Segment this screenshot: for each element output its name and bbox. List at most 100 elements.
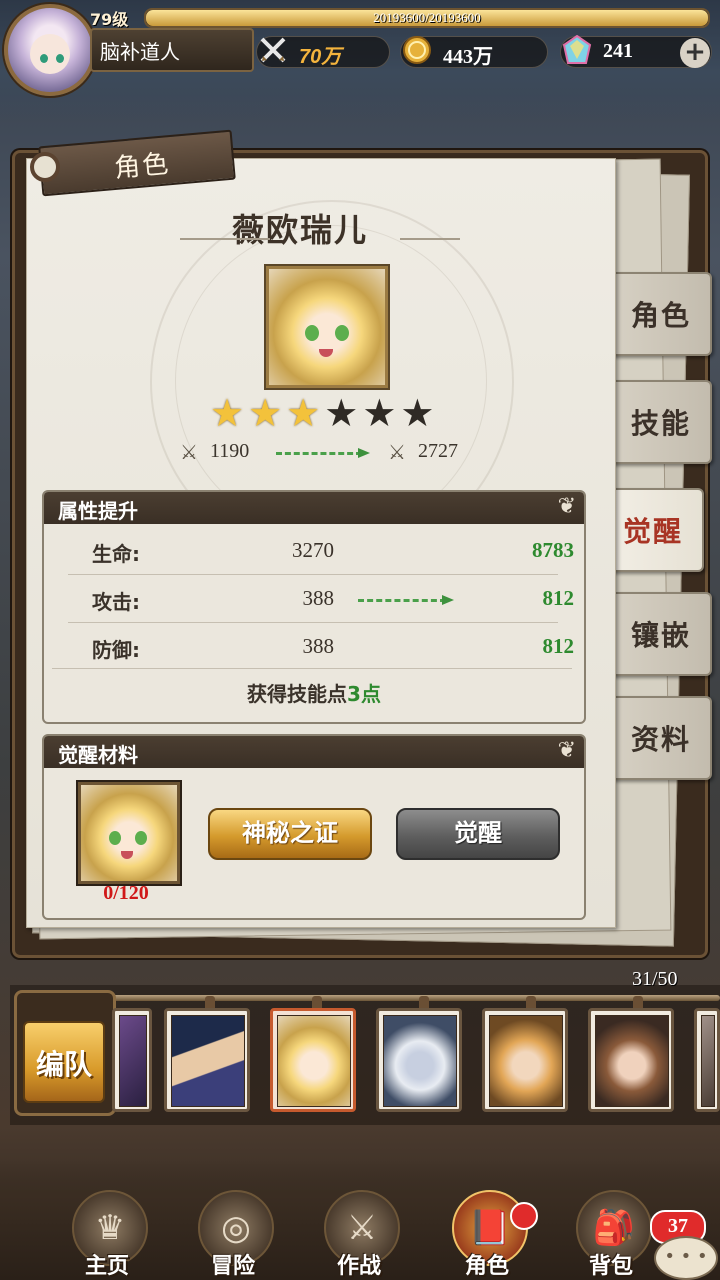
- power-change-row: ⚔ 1190 ⚔ 2727: [180, 440, 480, 466]
- gold-coin-icon: [399, 32, 435, 68]
- power-to: 2727: [418, 440, 458, 462]
- attr-label: 生命:: [92, 542, 140, 566]
- power-from: 1190: [210, 440, 250, 462]
- panel-header: 觉醒材料 ❦: [44, 736, 584, 768]
- gold-display: 443万: [400, 36, 548, 68]
- mystic-proof-button[interactable]: 神秘之证: [208, 808, 372, 860]
- row-divider: [52, 668, 572, 669]
- nav-battle[interactable]: ⚔ 作战: [304, 1190, 414, 1280]
- nav-label: 冒险: [210, 1254, 255, 1279]
- plus-icon[interactable]: +: [680, 38, 710, 68]
- tab-label: 镶嵌: [630, 619, 691, 652]
- nav-home[interactable]: ♛ 主页: [52, 1190, 162, 1280]
- flourish-icon: ❦: [557, 494, 576, 519]
- nav-adventure[interactable]: ◎ 冒险: [178, 1190, 288, 1280]
- team-button-face: 编队: [23, 1021, 105, 1103]
- nav-label: 主页: [84, 1254, 129, 1279]
- flourish-icon: ❦: [557, 738, 576, 763]
- tab-label: 角色: [630, 299, 691, 332]
- attr-old-value: 3270: [292, 538, 334, 562]
- row-divider: [68, 622, 558, 623]
- material-panel: 觉醒材料 ❦ 0/120 神秘之证 觉醒: [42, 734, 586, 920]
- gold-value: 443万: [443, 46, 493, 68]
- nav-label: 背包: [588, 1254, 633, 1279]
- attr-label: 防御:: [92, 638, 140, 662]
- attr-row-hp: 生命: 3270 8783: [64, 532, 574, 572]
- tab-awaken[interactable]: 觉醒: [604, 488, 704, 572]
- player-name-plate: 脑补道人: [90, 28, 254, 72]
- player-name: 脑补道人: [100, 40, 180, 64]
- exp-text: 20193600/20193600: [373, 10, 481, 25]
- ornament-line: [400, 238, 460, 240]
- crossed-swords-icon: [255, 32, 291, 68]
- hero-art: [171, 1015, 245, 1107]
- power-value: 70万: [299, 46, 342, 68]
- team-button-label: 编队: [35, 1048, 92, 1081]
- section-tab-title: 角色: [113, 149, 172, 184]
- star-filled-icon: ★: [286, 391, 321, 435]
- panel-title: 属性提升: [58, 499, 138, 523]
- hero-art: [595, 1015, 669, 1107]
- tab-inlay[interactable]: 镶嵌: [612, 592, 712, 676]
- panel-title: 觉醒材料: [58, 743, 138, 767]
- attr-old-value: 388: [302, 634, 335, 658]
- hero-card[interactable]: [376, 1008, 462, 1112]
- avatar-eye-right: [56, 54, 64, 63]
- awaken-button[interactable]: 觉醒: [396, 808, 560, 860]
- notification-dot: [510, 1202, 538, 1230]
- hero-art: [383, 1015, 457, 1107]
- tab-label: 觉醒: [622, 515, 683, 548]
- hero-portrait[interactable]: [266, 266, 388, 388]
- panel-header: 属性提升 ❦: [44, 492, 584, 524]
- tab-profile[interactable]: 资料: [612, 696, 712, 780]
- ornament-line: [180, 238, 270, 240]
- avatar-face: [30, 34, 70, 74]
- portrait-mouth: [319, 349, 333, 357]
- portrait-eye: [109, 831, 121, 845]
- star-filled-icon: ★: [210, 391, 245, 435]
- portrait-eye: [135, 831, 147, 845]
- hero-art: [489, 1015, 563, 1107]
- star-filled-icon: ★: [248, 391, 283, 435]
- hero-card-selected[interactable]: [270, 1008, 356, 1112]
- skill-point-gain: 获得技能点3点: [44, 678, 584, 707]
- attr-new-value: 812: [542, 634, 575, 658]
- star-empty-icon: ★: [324, 391, 359, 435]
- arrow-right-icon: [276, 448, 370, 458]
- hero-card[interactable]: [694, 1008, 720, 1112]
- attr-row-atk: 攻击: 388 812: [64, 580, 574, 620]
- hero-card[interactable]: [164, 1008, 250, 1112]
- hero-card[interactable]: [482, 1008, 568, 1112]
- material-item[interactable]: [78, 782, 180, 884]
- material-count: 0/120: [103, 882, 149, 904]
- row-divider: [68, 574, 558, 575]
- attr-row-def: 防御: 388 812: [64, 628, 574, 668]
- star-rating: ★ ★ ★ ★ ★ ★: [210, 393, 440, 433]
- team-button[interactable]: 编队: [14, 990, 116, 1116]
- tab-character[interactable]: 角色: [612, 272, 712, 356]
- player-avatar[interactable]: [4, 4, 96, 96]
- tab-skills[interactable]: 技能: [612, 380, 712, 464]
- skill-point-label: 获得技能点: [247, 682, 348, 706]
- power-display: 70万: [256, 36, 390, 68]
- tab-label: 资料: [630, 723, 691, 756]
- hero-name: 薇欧瑞儿: [231, 211, 368, 249]
- rainbow-crystal-icon: [559, 32, 595, 68]
- tab-label: 技能: [630, 407, 691, 440]
- gem-value: 241: [603, 40, 633, 62]
- chat-bubble-icon[interactable]: • • •: [654, 1236, 718, 1280]
- crossed-swords-icon: ⚔: [388, 440, 406, 464]
- hero-card[interactable]: [588, 1008, 674, 1112]
- nav-bag[interactable]: 🎒 背包: [556, 1190, 666, 1280]
- hero-art: [277, 1015, 351, 1107]
- portrait-eye: [305, 325, 319, 341]
- roster-rod: [100, 995, 720, 1001]
- star-empty-icon: ★: [400, 391, 435, 435]
- crossed-swords-icon: ⚔: [180, 440, 198, 464]
- roster-count: 31/50: [632, 968, 678, 990]
- hero-card[interactable]: [112, 1008, 152, 1112]
- ring-icon: [30, 152, 60, 182]
- arrow-right-icon: [358, 595, 454, 605]
- attr-label: 攻击:: [92, 590, 140, 614]
- attr-new-value: 8783: [532, 538, 574, 562]
